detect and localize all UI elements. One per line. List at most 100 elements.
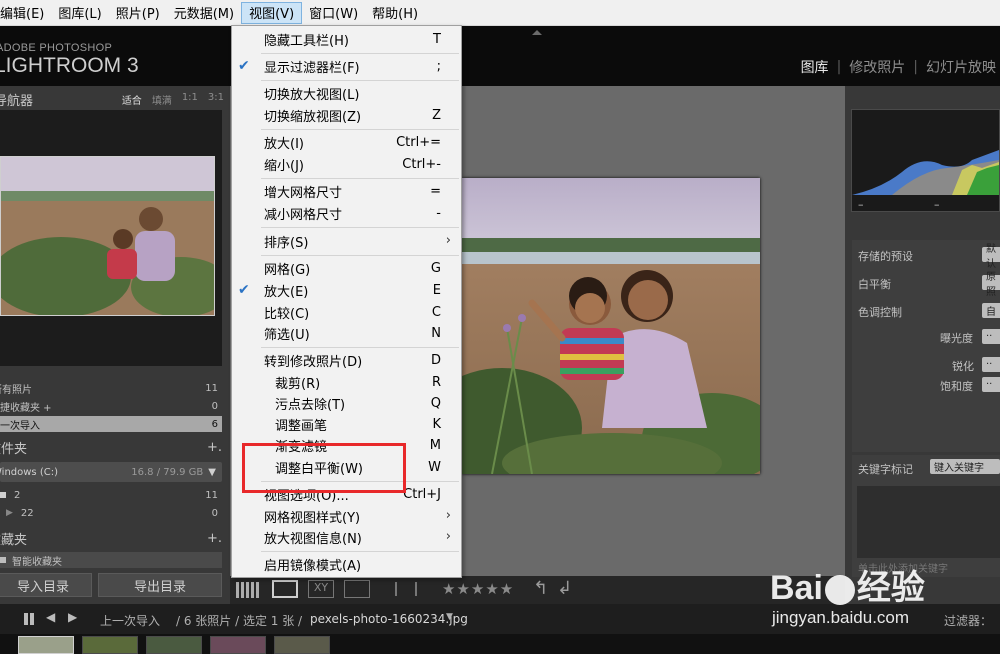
folder-row[interactable]: 2 11 [0, 487, 222, 503]
filmstrip-thumbnail[interactable] [18, 636, 74, 654]
compare-view-icon[interactable]: XY [308, 580, 334, 598]
filmstrip-thumbnail[interactable] [210, 636, 266, 654]
menu-window[interactable]: 窗口(W) [302, 0, 365, 26]
exposure-buttons[interactable]: ·· [982, 329, 1000, 344]
export-button[interactable]: 导出目录 [98, 573, 222, 597]
submenu-arrow-icon: › [445, 529, 451, 544]
photo-image [462, 178, 760, 474]
filmstrip-thumbnail[interactable] [146, 636, 202, 654]
highlight-box [242, 443, 406, 493]
view-menu-dropdown: 隐藏工具栏(H) T ✔ 显示过滤器栏(F); 切换放大视图(L) 切换缩放视图(Z… [231, 25, 462, 578]
menu-separator [261, 53, 459, 54]
loupe-view-icon[interactable] [272, 580, 298, 598]
next-arrow-icon[interactable]: ▶ [68, 610, 77, 624]
flag-icon[interactable] [395, 582, 405, 596]
menu-item-survey[interactable]: 筛选(U) N [232, 323, 461, 344]
menu-item-go-to-develop[interactable]: 转到修改照片(D) D [232, 350, 461, 371]
filmstrip-source[interactable]: 上一次导入 [100, 612, 160, 629]
keyword-set-dropdown[interactable]: 键入关键字 [930, 459, 1000, 474]
menu-view[interactable]: 视图(V) [241, 1, 303, 24]
menu-item-label: 切换放大视图(L) [264, 88, 360, 103]
zoom-1-1[interactable]: 1:1 [182, 92, 198, 107]
catalog-count: 11 [205, 382, 218, 394]
drive-row[interactable]: Windows (C:) 16.8 / 79.9 GB ▼ [0, 462, 222, 482]
navigator-header[interactable]: 导航器 适合 填满 1:1 3:1 [0, 88, 230, 110]
menu-separator [261, 178, 459, 179]
menu-item-compare[interactable]: 比较(C) C [232, 302, 461, 323]
main-photo[interactable] [462, 178, 760, 474]
menu-item-grid[interactable]: 网格(G) G [232, 258, 461, 279]
auto-tone-button[interactable]: 自 [982, 303, 1000, 318]
collections-header[interactable]: 收藏夹 +. [0, 527, 222, 549]
smart-collections-row[interactable]: 智能收藏夹 [0, 552, 222, 568]
folders-header[interactable]: 文件夹 +. [0, 436, 222, 458]
menu-item-toggle-zoom[interactable]: 切换缩放视图(Z) Z [232, 105, 461, 126]
menu-item-decrease-grid[interactable]: 减小网格尺寸 - [232, 203, 461, 224]
saturation-buttons[interactable]: ·· [982, 377, 1000, 392]
catalog-previous-import[interactable]: 上一次导入 6 [0, 416, 222, 432]
rotate-left-icon[interactable]: ↰ [533, 578, 548, 599]
white-balance-dropdown[interactable]: 原照 [982, 272, 1000, 298]
zoom-fill[interactable]: 填满 [152, 92, 172, 107]
menu-library[interactable]: 图库(L) [51, 0, 108, 26]
histogram[interactable] [851, 109, 1000, 212]
menu-edit[interactable]: 编辑(E) [0, 0, 51, 26]
menu-item-adjustment-brush[interactable]: 调整画笔 K [232, 414, 461, 435]
keyword-text-area[interactable] [857, 486, 1000, 558]
menu-item-hide-toolbar[interactable]: 隐藏工具栏(H) T [232, 29, 461, 50]
folder-label: 22 [20, 507, 34, 519]
filmstrip-thumbnail[interactable] [274, 636, 330, 654]
sharpening-buttons[interactable]: ·· [982, 357, 1000, 372]
menu-item-loupe-info[interactable]: 放大视图信息(N) › [232, 527, 461, 548]
menu-item-sort[interactable]: 排序(S) › [232, 231, 461, 252]
filename-dropdown-icon[interactable]: ▼ [446, 612, 453, 622]
menu-item-mirror-mode[interactable]: 启用镜像模式(A) [232, 554, 461, 575]
menu-item-loupe[interactable]: ✔ 放大(E) E [232, 280, 461, 301]
grid-view-icon[interactable] [236, 582, 260, 598]
filmstrip-filename[interactable]: pexels-photo-1660234.jpg [310, 612, 468, 626]
menu-item-grid-view-style[interactable]: 网格视图样式(Y) › [232, 506, 461, 527]
grid-icon[interactable] [24, 613, 36, 625]
menu-item-label: 污点去除(T) [275, 398, 346, 413]
zoom-3-1[interactable]: 3:1 [208, 92, 224, 107]
menu-item-zoom-out[interactable]: 缩小(J) Ctrl+- [232, 154, 461, 175]
menu-help[interactable]: 帮助(H) [365, 0, 425, 26]
rotate-right-icon[interactable]: ↲ [557, 578, 572, 599]
folder-row[interactable]: ▶ 22 0 [0, 505, 222, 521]
catalog-quick-collection[interactable]: 快捷收藏夹 + 0 [0, 398, 222, 414]
rating-stars[interactable]: ★★★★★ [442, 580, 514, 598]
menu-item-spot-removal[interactable]: 污点去除(T) Q [232, 393, 461, 414]
menu-item-label: 网格视图样式(Y) [264, 511, 361, 526]
menu-item-toggle-loupe[interactable]: 切换放大视图(L) [232, 83, 461, 104]
catalog-count: 6 [211, 418, 218, 430]
top-panel-toggle-icon[interactable] [532, 30, 542, 35]
reject-flag-icon[interactable] [415, 582, 425, 596]
previous-arrow-icon[interactable]: ◀ [46, 610, 55, 624]
navigator-photo[interactable] [0, 156, 215, 316]
saved-preset-dropdown[interactable]: 默认 [982, 244, 1000, 270]
zoom-fit[interactable]: 适合 [122, 92, 142, 107]
module-develop[interactable]: 修改照片 [849, 57, 905, 77]
module-slideshow[interactable]: 幻灯片放映 [926, 57, 996, 77]
folders-add-button[interactable]: +. [207, 440, 222, 455]
menu-item-label: 放大(E) [264, 285, 309, 300]
catalog-all-photos[interactable]: 所有照片 11 [0, 380, 222, 396]
module-library[interactable]: 图库 [801, 57, 829, 77]
drive-expand-icon[interactable]: ▼ [208, 467, 216, 478]
saved-preset-label: 存储的预设 [858, 250, 913, 263]
import-button[interactable]: 导入目录 [0, 573, 92, 597]
menu-item-crop[interactable]: 裁剪(R) R [232, 372, 461, 393]
menu-photo[interactable]: 照片(P) [109, 0, 167, 26]
menu-item-increase-grid[interactable]: 增大网格尺寸 = [232, 181, 461, 202]
folder-name: 2 [0, 490, 20, 501]
menu-item-zoom-in[interactable]: 放大(I) Ctrl+= [232, 132, 461, 153]
survey-view-icon[interactable] [344, 580, 370, 598]
drive-size: 16.8 / 79.9 GB [131, 466, 204, 478]
collections-add-button[interactable]: +. [207, 531, 222, 546]
menu-metadata[interactable]: 元数据(M) [167, 0, 241, 26]
catalog-label: 上一次导入 [0, 420, 40, 432]
filmstrip-thumbnail[interactable] [82, 636, 138, 654]
navigator-title: 导航器 [0, 93, 34, 109]
menu-item-show-filter-bar[interactable]: ✔ 显示过滤器栏(F); [232, 56, 461, 77]
check-icon: ✔ [238, 58, 250, 74]
